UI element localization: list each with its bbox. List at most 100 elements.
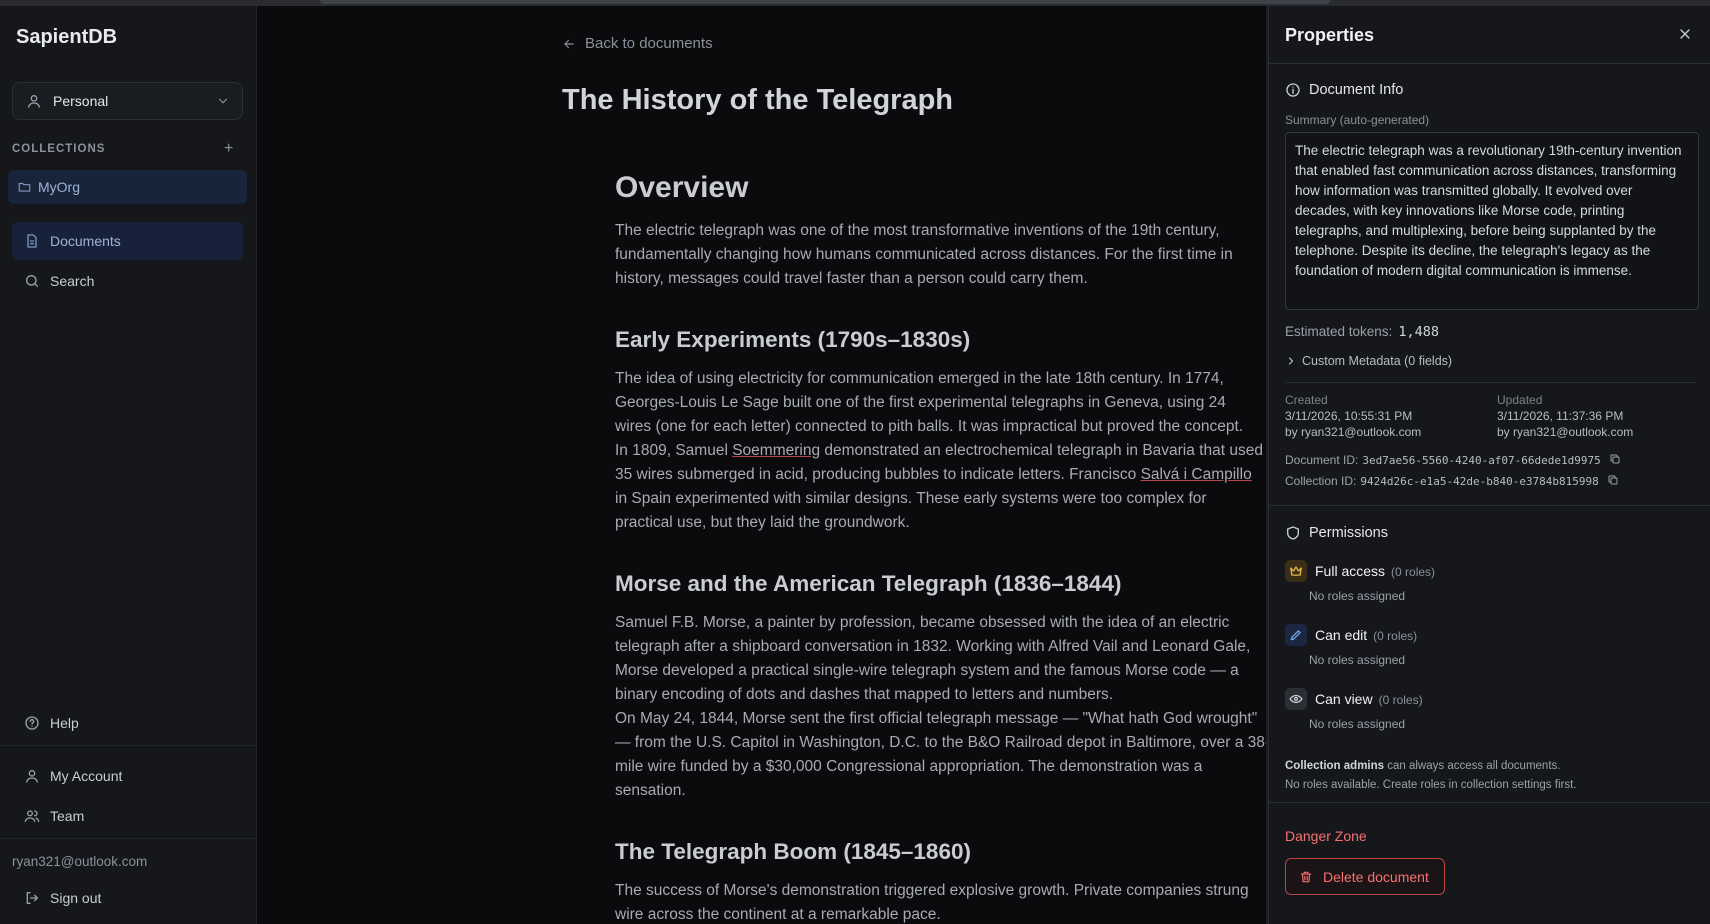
nav-search[interactable]: Search: [12, 262, 243, 300]
nav-label: Sign out: [50, 890, 102, 906]
danger-zone-heading: Danger Zone: [1285, 828, 1367, 844]
text-run: in Spain experimented with similar desig…: [615, 490, 1207, 531]
workspace-selector[interactable]: Personal: [12, 82, 243, 120]
sidebar-divider: [0, 838, 257, 839]
spellcheck-word: Soemmering: [732, 442, 821, 459]
folder-icon: [18, 182, 31, 192]
updated-by: by ryan321@outlook.com: [1497, 425, 1634, 439]
heading-morse: Morse and the American Telegraph (1836–1…: [615, 571, 1122, 596]
chevron-down-icon: [218, 98, 228, 104]
chevron-right-icon: [1288, 357, 1294, 365]
panel-divider: [1269, 63, 1710, 64]
permission-count: (0 roles): [1373, 629, 1418, 643]
admins-text: can always access all documents.: [1384, 760, 1561, 772]
document-id-label: Document ID:: [1285, 453, 1359, 467]
delete-label: Delete document: [1323, 869, 1429, 885]
sign-out-button[interactable]: Sign out: [12, 879, 243, 917]
created-label: Created: [1285, 393, 1328, 407]
paragraph-morse: Samuel F.B. Morse, a painter by professi…: [615, 614, 1268, 799]
crown-badge: [1285, 560, 1307, 582]
arrow-left-icon: [564, 39, 574, 49]
nav-label: My Account: [50, 768, 123, 784]
app-logo: SapientDB: [16, 26, 118, 48]
metadata-divider: [1285, 382, 1695, 383]
back-label: Back to documents: [585, 35, 713, 52]
add-collection-icon[interactable]: +: [224, 141, 233, 157]
document-icon: [27, 234, 37, 248]
help-icon: [25, 716, 39, 730]
copy-icon[interactable]: [1607, 474, 1619, 486]
permission-count: (0 roles): [1391, 565, 1436, 579]
document-id-row: Document ID: 3ed7ae56-5560-4240-af07-66de…: [1285, 453, 1621, 467]
eye-icon: [1289, 694, 1303, 704]
permission-empty: No roles assigned: [1309, 589, 1406, 603]
edit-badge: [1285, 624, 1307, 646]
updated-info: Updated 3/11/2026, 11:37:36 PM by ryan32…: [1497, 392, 1633, 440]
info-icon: [1286, 83, 1300, 97]
document-view: Back to documents The History of the Tel…: [257, 6, 1268, 924]
pencil-icon: [1290, 630, 1301, 641]
panel-divider: [1269, 802, 1710, 803]
paragraph-early-experiments: The idea of using electricity for commun…: [615, 367, 1268, 535]
collection-id-value: 9424d26c-e1a5-42de-b840-e3784b815998: [1360, 475, 1599, 488]
user-icon: [28, 95, 40, 108]
permission-label: Can view: [1315, 691, 1373, 707]
nav-help[interactable]: Help: [12, 704, 243, 742]
heading-overview: Overview: [615, 171, 749, 204]
document-title: The History of the Telegraph: [562, 84, 954, 116]
estimated-tokens: Estimated tokens: 1,488: [1285, 324, 1439, 340]
sidebar: SapientDB Personal COLLECTIONS + MyOrg D…: [0, 6, 257, 924]
sign-out-icon: [26, 892, 38, 904]
no-roles-note: No roles available. Create roles in coll…: [1285, 779, 1577, 791]
created-by: by ryan321@outlook.com: [1285, 425, 1422, 439]
workspace-label: Personal: [53, 93, 109, 109]
collection-id-label: Collection ID:: [1285, 474, 1357, 488]
sidebar-divider: [0, 745, 257, 746]
spellcheck-word: Salvá i Campillo: [1140, 466, 1252, 483]
search-icon: [26, 275, 38, 287]
view-badge: [1285, 688, 1307, 710]
nav-label: Search: [50, 273, 95, 289]
paragraph-overview: The electric telegraph was one of the mo…: [615, 222, 1233, 287]
tokens-value: 1,488: [1398, 324, 1439, 340]
collection-label: MyOrg: [38, 179, 80, 195]
permission-name: Can edit (0 roles): [1315, 627, 1417, 643]
document-id-value: 3ed7ae56-5560-4240-af07-66dede1d9975: [1362, 454, 1601, 467]
tokens-label: Estimated tokens:: [1285, 324, 1393, 339]
paragraph-telegraph-boom: The success of Morse's demonstration tri…: [615, 882, 1249, 923]
custom-metadata-label: Custom Metadata (0 fields): [1302, 354, 1453, 368]
updated-date: 3/11/2026, 11:37:36 PM: [1497, 409, 1624, 423]
heading-early-experiments: Early Experiments (1790s–1830s): [615, 327, 971, 352]
permission-name: Can view (0 roles): [1315, 691, 1423, 707]
permission-empty: No roles assigned: [1309, 717, 1406, 731]
created-info: Created 3/11/2026, 10:55:31 PM by ryan32…: [1285, 392, 1421, 440]
properties-title: Properties: [1285, 25, 1375, 45]
summary-textarea[interactable]: The electric telegraph was a revolutiona…: [1285, 132, 1699, 310]
nav-team[interactable]: Team: [12, 797, 243, 835]
trash-icon: [1300, 871, 1312, 883]
nav-label: Team: [50, 808, 85, 824]
permission-label: Full access: [1315, 563, 1386, 579]
copy-icon[interactable]: [1609, 453, 1621, 465]
summary-label: Summary (auto-generated): [1285, 113, 1430, 127]
user-email: ryan321@outlook.com: [12, 854, 148, 869]
top-scroll-thumb[interactable]: [320, 0, 1330, 4]
created-date: 3/11/2026, 10:55:31 PM: [1285, 409, 1413, 423]
collection-item-myorg[interactable]: MyOrg: [8, 170, 247, 204]
admins-note: Collection admins can always access all …: [1285, 757, 1576, 776]
collections-heading: COLLECTIONS: [12, 143, 106, 155]
permission-label: Can edit: [1315, 627, 1368, 643]
close-icon[interactable]: [1677, 26, 1693, 42]
nav-my-account[interactable]: My Account: [12, 757, 243, 795]
admins-strong: Collection admins: [1285, 760, 1385, 772]
section-label: Document Info: [1309, 82, 1404, 98]
panel-divider: [1269, 505, 1710, 506]
nav-label: Help: [50, 715, 79, 731]
user-icon: [26, 770, 38, 783]
delete-document-button[interactable]: Delete document: [1285, 858, 1445, 895]
properties-panel: Properties Document Info Summary (auto-g…: [1268, 6, 1710, 924]
team-icon: [24, 810, 40, 822]
permissions-note: Collection admins can always access all …: [1285, 757, 1576, 795]
shield-icon: [1287, 526, 1299, 540]
nav-documents[interactable]: Documents: [12, 222, 243, 260]
